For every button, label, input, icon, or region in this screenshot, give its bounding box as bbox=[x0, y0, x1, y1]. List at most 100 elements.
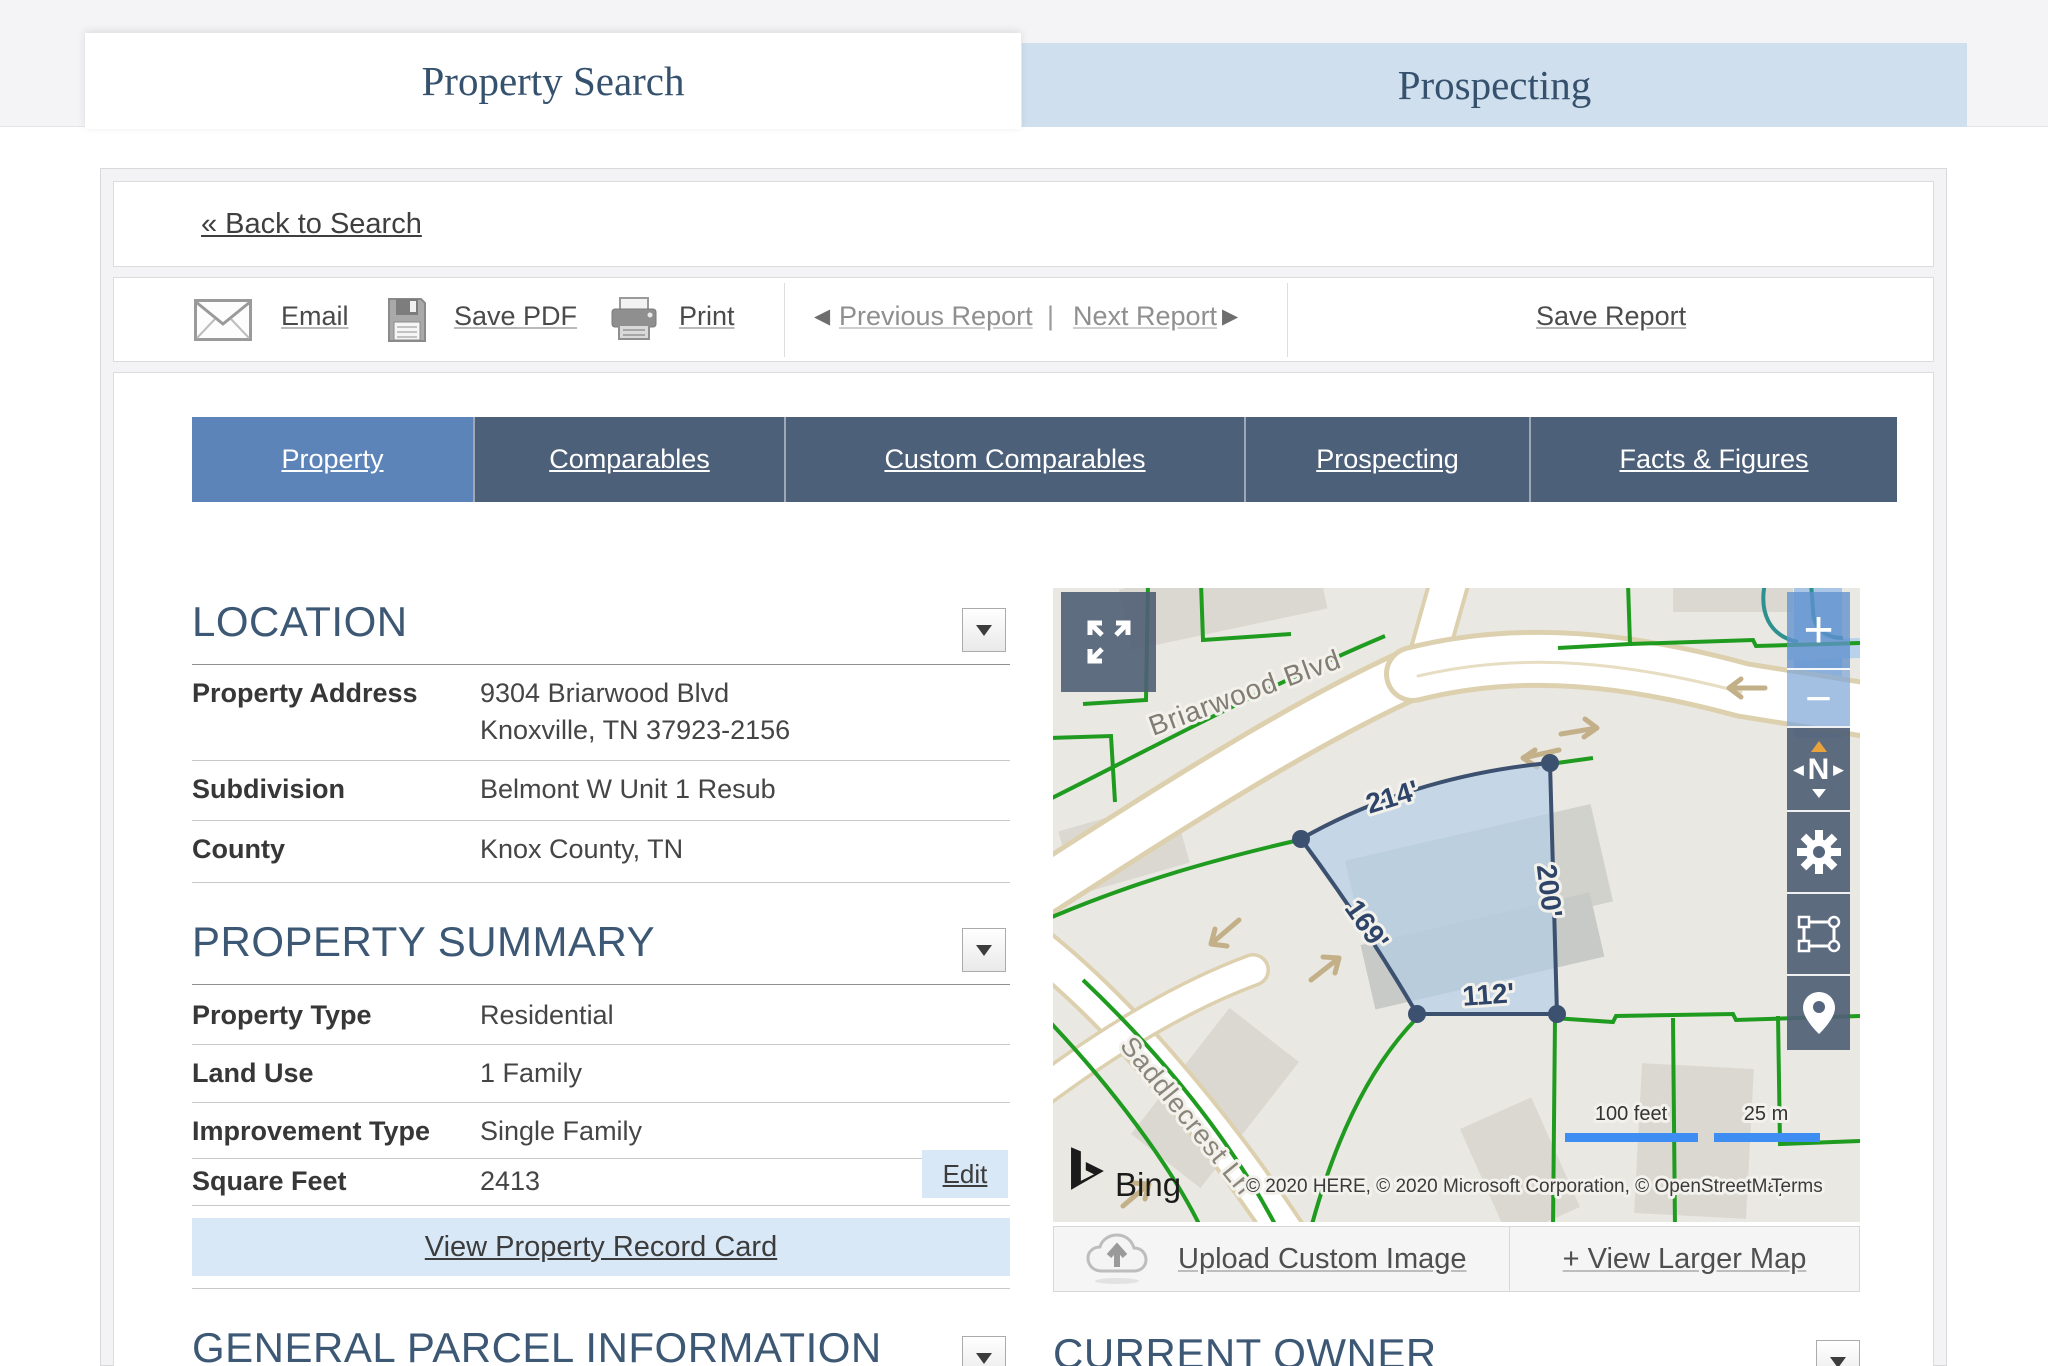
row-label: Square Feet bbox=[192, 1166, 347, 1197]
save-pdf-icon bbox=[386, 296, 428, 344]
general-parcel-title: GENERAL PARCEL INFORMATION bbox=[192, 1324, 882, 1366]
previous-report-arrow-icon: ◀ bbox=[814, 304, 830, 329]
row-value: 9304 Briarwood Blvd bbox=[480, 678, 729, 709]
map-copyright: © 2020 HERE, © 2020 Microsoft Corporatio… bbox=[1246, 1176, 1789, 1197]
zoom-in-button[interactable]: + bbox=[1787, 592, 1850, 668]
map-measure-button[interactable] bbox=[1787, 892, 1850, 974]
tab-property[interactable]: Property bbox=[192, 417, 473, 502]
row-label: Improvement Type bbox=[192, 1116, 430, 1147]
email-icon bbox=[194, 299, 252, 341]
location-collapse-button[interactable] bbox=[962, 608, 1006, 652]
email-button[interactable]: Email bbox=[281, 301, 349, 332]
row-separator bbox=[192, 1158, 922, 1159]
compass-north-label: N bbox=[1808, 755, 1830, 785]
scale-feet-label: 100 feet bbox=[1595, 1103, 1668, 1125]
row-separator bbox=[192, 882, 1010, 883]
row-label: County bbox=[192, 834, 285, 865]
chevron-down-icon bbox=[976, 1353, 992, 1364]
row-value: Single Family bbox=[480, 1116, 642, 1147]
tab-property-search-top-label: Property Search bbox=[422, 57, 685, 105]
compass-control[interactable]: ◀ N ▶ bbox=[1787, 726, 1850, 810]
row-label: Subdivision bbox=[192, 774, 345, 805]
view-property-record-card-link[interactable]: View Property Record Card bbox=[425, 1231, 777, 1264]
zoom-in-icon: + bbox=[1803, 604, 1833, 656]
tab-prospecting-top[interactable]: Prospecting bbox=[1022, 43, 1967, 127]
map-controls: + − ◀ N ▶ bbox=[1787, 592, 1850, 1050]
save-pdf-button[interactable]: Save PDF bbox=[454, 301, 577, 332]
row-label: Land Use bbox=[192, 1058, 314, 1089]
map-actions-card: Upload Custom Image + View Larger Map bbox=[1053, 1226, 1860, 1292]
back-to-search-link[interactable]: « Back to Search bbox=[201, 208, 422, 241]
map-settings-button[interactable] bbox=[1787, 810, 1850, 892]
zoom-out-button[interactable]: − bbox=[1787, 668, 1850, 726]
next-report-button[interactable]: Next Report bbox=[1073, 301, 1217, 332]
row-value: Belmont W Unit 1 Resub bbox=[480, 774, 776, 805]
location-title: LOCATION bbox=[192, 598, 408, 646]
tab-prospecting[interactable]: Prospecting bbox=[1244, 417, 1529, 502]
parcel-map[interactable]: 214' 200' 169' 112' Briarwood Blvd Saddl… bbox=[1053, 588, 1860, 1222]
chevron-down-icon bbox=[976, 945, 992, 956]
view-property-record-card-banner: View Property Record Card bbox=[192, 1218, 1010, 1276]
tab-prospecting-top-label: Prospecting bbox=[1398, 61, 1592, 109]
compass-left-icon: ◀ bbox=[1794, 755, 1804, 785]
page: Prospecting Property Search « Back to Se… bbox=[0, 0, 2048, 1366]
compass-down-icon bbox=[1812, 789, 1826, 798]
print-button[interactable]: Print bbox=[679, 301, 735, 332]
zoom-out-icon: − bbox=[1805, 678, 1832, 718]
upload-custom-image-link[interactable]: Upload Custom Image bbox=[1178, 1243, 1467, 1276]
map-location-button[interactable] bbox=[1787, 974, 1850, 1050]
row-value: Residential bbox=[480, 1000, 614, 1031]
row-separator bbox=[192, 760, 1010, 761]
toolbar-card: Email Save PDF Print ◀ Previous Report |… bbox=[113, 277, 1934, 362]
toolbar-divider-1 bbox=[784, 283, 785, 357]
map-terms-link[interactable]: Terms bbox=[1771, 1176, 1823, 1197]
row-separator bbox=[192, 1044, 1010, 1045]
scale-feet-bar bbox=[1565, 1133, 1698, 1142]
upload-cloud-icon bbox=[1084, 1233, 1150, 1285]
location-rule bbox=[192, 664, 1010, 665]
property-summary-rule bbox=[192, 984, 1010, 985]
location-pin-icon bbox=[1801, 991, 1837, 1035]
row-separator bbox=[192, 1102, 1010, 1103]
report-nav-tabs: Property Comparables Custom Comparables … bbox=[192, 417, 1897, 502]
row-value: Knoxville, TN 37923-2156 bbox=[480, 715, 790, 746]
toolbar-divider-2 bbox=[1287, 283, 1288, 357]
previous-report-button[interactable]: Previous Report bbox=[839, 301, 1033, 332]
edit-square-feet-button[interactable]: Edit bbox=[922, 1150, 1008, 1198]
row-label: Property Type bbox=[192, 1000, 372, 1031]
row-label: Property Address bbox=[192, 678, 418, 709]
view-larger-map-cell[interactable]: + View Larger Map bbox=[1510, 1227, 1859, 1291]
current-owner-collapse-button[interactable] bbox=[1816, 1340, 1860, 1366]
general-parcel-collapse-button[interactable] bbox=[962, 1336, 1006, 1366]
view-larger-map-link[interactable]: + View Larger Map bbox=[1563, 1243, 1807, 1276]
row-separator bbox=[192, 1205, 1010, 1206]
svg-text:Bing: Bing bbox=[1115, 1166, 1181, 1203]
tab-custom-comparables[interactable]: Custom Comparables bbox=[784, 417, 1244, 502]
measure-area-icon bbox=[1796, 912, 1842, 956]
expand-icon bbox=[1082, 615, 1136, 669]
row-value: 1 Family bbox=[480, 1058, 582, 1089]
print-icon bbox=[609, 297, 659, 343]
compass-right-icon: ▶ bbox=[1833, 755, 1843, 785]
map-expand-button[interactable] bbox=[1061, 592, 1156, 692]
scale-meters-label: 25 m bbox=[1744, 1103, 1788, 1125]
row-separator bbox=[192, 1288, 1010, 1289]
measurement-right: 200' bbox=[1531, 862, 1568, 919]
current-owner-title: CURRENT OWNER bbox=[1053, 1330, 1437, 1366]
compass-up-icon bbox=[1811, 741, 1827, 752]
row-value: Knox County, TN bbox=[480, 834, 683, 865]
property-summary-collapse-button[interactable] bbox=[962, 928, 1006, 972]
gear-icon bbox=[1797, 830, 1841, 874]
tab-property-search-top[interactable]: Property Search bbox=[85, 33, 1021, 129]
chevron-down-icon bbox=[1830, 1357, 1846, 1366]
tab-facts-figures[interactable]: Facts & Figures bbox=[1529, 417, 1897, 502]
next-report-arrow-icon: ▶ bbox=[1222, 304, 1238, 329]
back-card: « Back to Search bbox=[113, 181, 1934, 267]
tab-comparables[interactable]: Comparables bbox=[473, 417, 784, 502]
chevron-down-icon bbox=[976, 625, 992, 636]
upload-custom-image-cell[interactable]: Upload Custom Image bbox=[1054, 1227, 1510, 1291]
row-separator bbox=[192, 820, 1010, 821]
save-report-button[interactable]: Save Report bbox=[1536, 301, 1686, 332]
report-nav-separator: | bbox=[1047, 301, 1054, 332]
measurement-bottom: 112' bbox=[1461, 977, 1515, 1012]
